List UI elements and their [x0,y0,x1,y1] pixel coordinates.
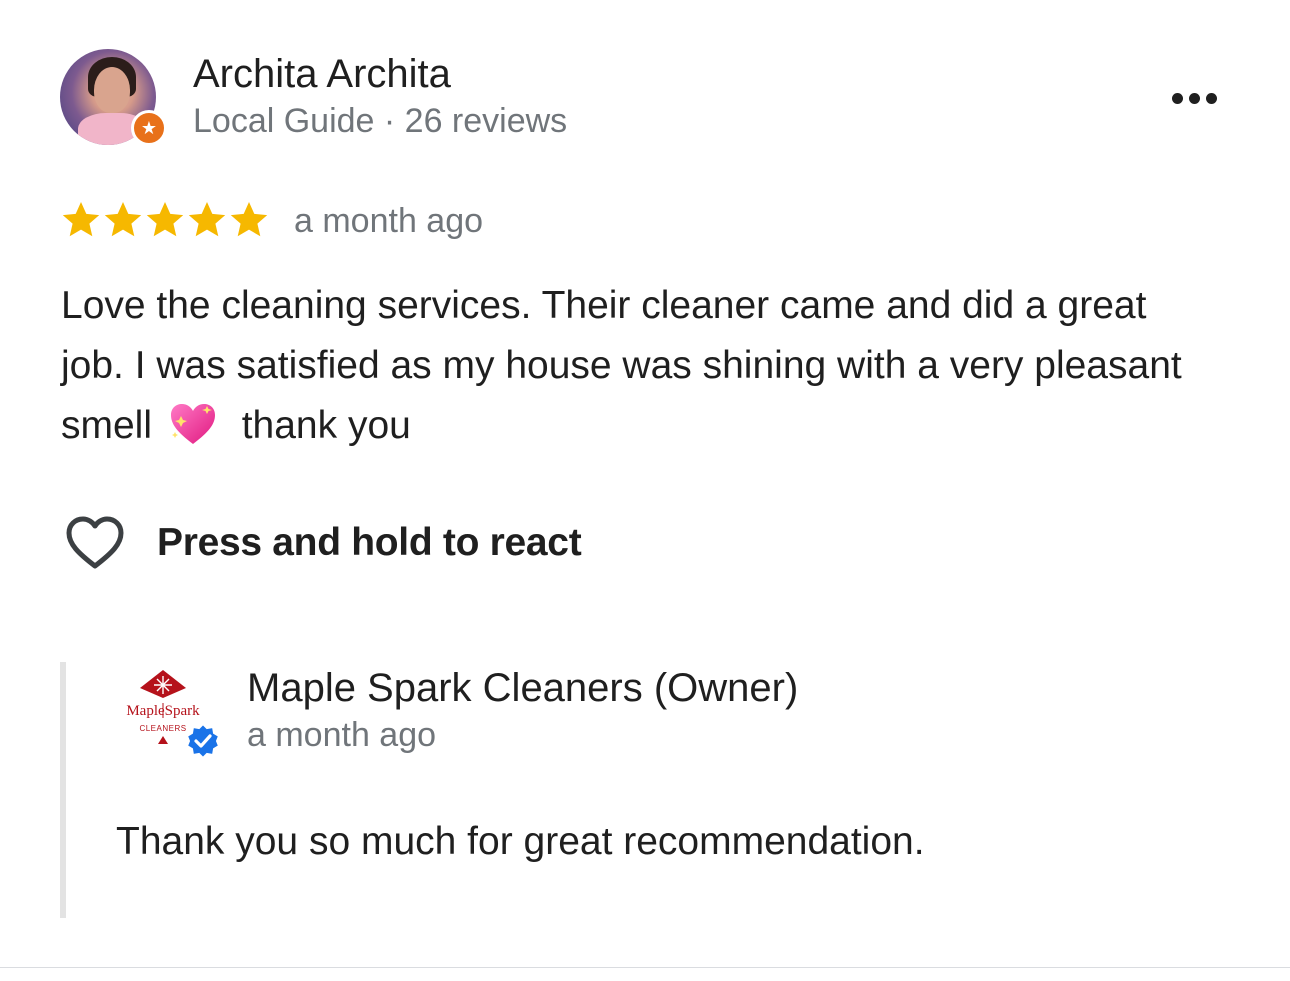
star-icon [104,202,142,237]
review-text: Love the cleaning services. Their cleane… [61,276,1201,456]
reviewer-meta[interactable]: Local Guide · 26 reviews [193,102,567,141]
reply-divider-bar [60,662,66,918]
more-dot-icon [1205,92,1217,104]
local-guide-star-icon: ★ [131,110,167,146]
sparkling-heart-icon [170,404,215,444]
verified-check-icon [185,722,221,760]
review-text-part2: thank you [241,404,411,447]
star-icon [230,202,268,237]
owner-name[interactable]: Maple Spark Cleaners (Owner) [247,666,798,711]
review-date: a month ago [294,202,484,240]
heart-outline-icon [66,516,124,569]
bottom-divider [0,967,1290,968]
owner-reply-text: Thank you so much for great recommendati… [116,820,925,863]
star-rating [61,200,269,240]
reviewer-name[interactable]: Archita Archita [193,52,451,97]
more-dot-icon [1171,92,1183,104]
review-card: ★ Archita Archita Local Guide · 26 revie… [0,0,1290,968]
react-label: Press and hold to react [157,521,582,564]
avatar-face [94,67,130,113]
review-text-part1: Love the cleaning services. Their cleane… [61,284,1182,447]
react-button[interactable]: Press and hold to react [64,512,582,574]
owner-reply-date: a month ago [247,716,437,754]
logo-subtext: CLEANERS [139,724,186,733]
star-icon [188,202,226,237]
more-options-button[interactable] [1160,78,1228,118]
star-icon [62,202,100,237]
more-dot-icon [1188,92,1200,104]
star-icon [146,202,184,237]
